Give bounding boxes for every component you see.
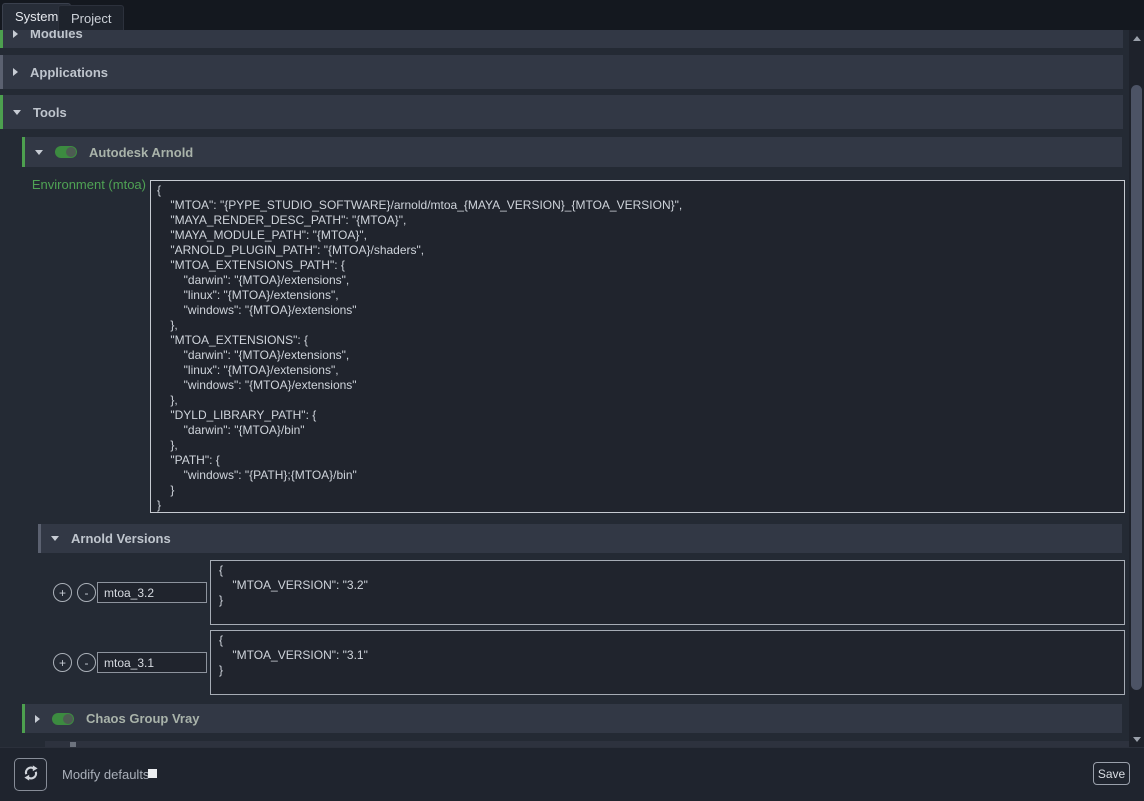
remove-version-button[interactable]: - bbox=[77, 583, 96, 602]
vertical-scrollbar[interactable] bbox=[1129, 30, 1144, 747]
toggle-knob bbox=[66, 147, 76, 157]
toggle-knob bbox=[63, 714, 73, 724]
scrollbar-thumb[interactable] bbox=[1131, 85, 1142, 690]
section-header-chaos-group-vray[interactable]: Chaos Group Vray bbox=[22, 704, 1122, 733]
section-label: Arnold Versions bbox=[71, 531, 171, 546]
section-header-autodesk-arnold[interactable]: Autodesk Arnold bbox=[22, 137, 1122, 167]
triangle-down-icon bbox=[1133, 737, 1141, 742]
section-header-modules[interactable]: Modules bbox=[0, 30, 1123, 48]
expanded-triangle-icon bbox=[35, 150, 43, 155]
section-header-applications[interactable]: Applications bbox=[0, 55, 1123, 89]
version-key-input[interactable] bbox=[97, 652, 207, 673]
modify-defaults-checkbox[interactable] bbox=[148, 769, 157, 778]
collapsed-triangle-icon bbox=[35, 715, 40, 723]
expanded-triangle-icon bbox=[51, 536, 59, 541]
add-version-button[interactable]: + bbox=[53, 653, 72, 672]
environment-mtoa-label: Environment (mtoa) bbox=[0, 177, 146, 192]
section-header-tools[interactable]: Tools bbox=[0, 95, 1123, 129]
section-label: Autodesk Arnold bbox=[89, 145, 193, 160]
version-key-input[interactable] bbox=[97, 582, 207, 603]
refresh-icon bbox=[22, 764, 40, 785]
remove-version-button[interactable]: - bbox=[77, 653, 96, 672]
version-value-textarea[interactable]: { "MTOA_VERSION": "3.1" } bbox=[210, 630, 1125, 695]
footer-bar: Modify defaults Save bbox=[0, 747, 1144, 801]
add-version-button[interactable]: + bbox=[53, 583, 72, 602]
version-value-textarea[interactable]: { "MTOA_VERSION": "3.2" } bbox=[210, 560, 1125, 625]
scroll-up-button[interactable] bbox=[1129, 32, 1144, 44]
section-label: Applications bbox=[30, 65, 108, 80]
triangle-up-icon bbox=[1133, 36, 1141, 41]
tab-project[interactable]: Project bbox=[58, 5, 124, 30]
section-label: Modules bbox=[30, 30, 83, 41]
scroll-down-button[interactable] bbox=[1129, 733, 1144, 745]
expanded-triangle-icon bbox=[13, 110, 21, 115]
environment-mtoa-textarea[interactable]: { "MTOA": "{PYPE_STUDIO_SOFTWARE}/arnold… bbox=[150, 180, 1125, 513]
section-label: Tools bbox=[33, 105, 67, 120]
section-label: Chaos Group Vray bbox=[86, 711, 199, 726]
collapsed-triangle-icon bbox=[13, 30, 18, 38]
refresh-button[interactable] bbox=[14, 758, 47, 791]
section-header-arnold-versions[interactable]: Arnold Versions bbox=[38, 524, 1122, 553]
save-button[interactable]: Save bbox=[1093, 762, 1130, 785]
settings-scroll-area: Modules Applications Tools Autodesk Arno… bbox=[0, 30, 1129, 747]
arnold-enabled-toggle[interactable] bbox=[55, 146, 77, 158]
modify-defaults-label: Modify defaults bbox=[62, 767, 149, 782]
collapsed-triangle-icon bbox=[13, 68, 18, 76]
settings-tabbar: System Project bbox=[0, 0, 1144, 30]
vray-enabled-toggle[interactable] bbox=[52, 713, 74, 725]
